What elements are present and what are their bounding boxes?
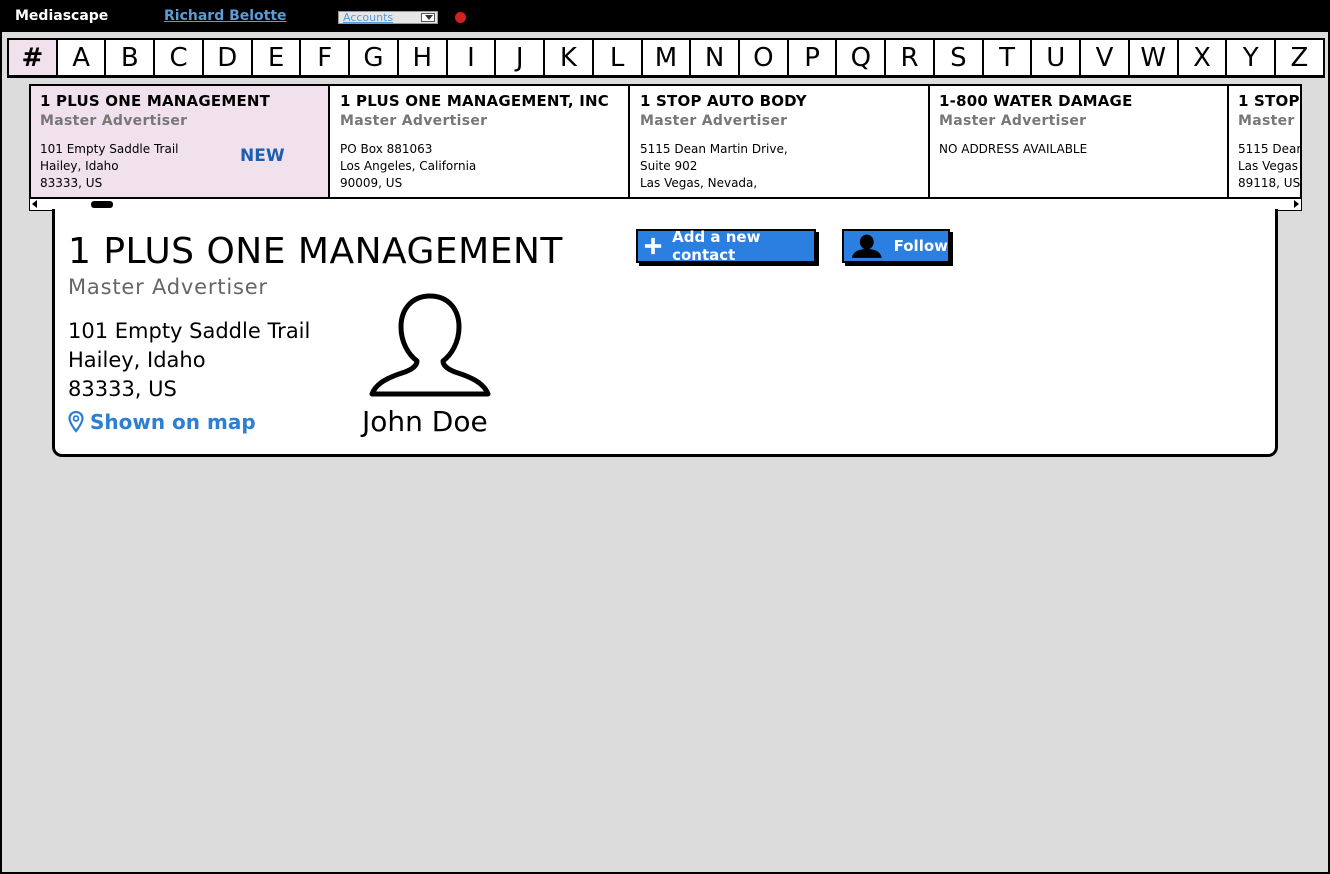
account-card-address-line: NO ADDRESS AVAILABLE bbox=[939, 142, 1088, 156]
user-silhouette-icon bbox=[851, 234, 882, 258]
top-bar: Mediascape Richard Belotte Accounts bbox=[2, 2, 1328, 32]
accounts-dropdown[interactable]: Accounts bbox=[338, 11, 438, 24]
letter-filter-p[interactable]: P bbox=[788, 40, 838, 75]
account-card[interactable]: 1-800 WATER DAMAGE Master Advertiser NO AD… bbox=[930, 86, 1229, 197]
add-contact-button[interactable]: Add a new contact bbox=[636, 228, 816, 264]
letter-filter-hash[interactable]: # bbox=[9, 40, 58, 75]
letter-filter-g[interactable]: G bbox=[350, 40, 399, 75]
new-badge: NEW bbox=[240, 146, 285, 166]
account-carousel: 1 PLUS ONE MANAGEMENT Master Advertiser 10… bbox=[29, 84, 1302, 199]
account-card-type: Master Advertiser bbox=[640, 113, 788, 129]
letter-filter-a[interactable]: A bbox=[57, 40, 107, 75]
account-card-name: 1 STOP bbox=[1238, 92, 1300, 110]
account-card-address-line: 90009, US bbox=[340, 176, 403, 190]
letter-filter-d[interactable]: D bbox=[203, 40, 253, 75]
account-name-title: 1 PLUS ONE MANAGEMENT bbox=[68, 231, 563, 272]
account-detail-panel: 1 PLUS ONE MANAGEMENT Master Advertiser … bbox=[52, 209, 1278, 457]
letter-filter-i[interactable]: I bbox=[447, 40, 497, 75]
follow-label: Follow bbox=[893, 237, 948, 255]
letter-filter-r[interactable]: R bbox=[886, 40, 935, 75]
scroll-right-arrow-icon[interactable] bbox=[1291, 200, 1300, 209]
letter-filter-c[interactable]: C bbox=[155, 40, 204, 75]
letter-filter-t[interactable]: T bbox=[983, 40, 1033, 75]
account-card-address: NO ADDRESS AVAILABLE bbox=[939, 141, 1218, 158]
letter-filter-f[interactable]: F bbox=[301, 40, 351, 75]
account-card-address-line: Las Vegas, Nevada, bbox=[640, 176, 758, 190]
address-line-1: 101 Empty Saddle Trail bbox=[68, 319, 311, 343]
letter-filter-q[interactable]: Q bbox=[837, 40, 887, 75]
add-contact-label: Add a new contact bbox=[672, 228, 761, 264]
account-card-address-line: 83333, US bbox=[40, 176, 103, 190]
account-card-type: Master Advertiser bbox=[340, 113, 488, 129]
account-card-address-line: PO Box 881063 bbox=[340, 142, 433, 156]
account-card-name: 1 PLUS ONE MANAGEMENT bbox=[40, 92, 271, 110]
contact-avatar-icon[interactable] bbox=[367, 291, 493, 399]
status-dot-icon bbox=[455, 12, 466, 23]
letter-filter-j[interactable]: J bbox=[496, 40, 546, 75]
letter-filter-b[interactable]: B bbox=[106, 40, 156, 75]
letter-filter-h[interactable]: H bbox=[398, 40, 448, 75]
account-card-type: Master bbox=[1238, 113, 1295, 129]
account-card-address-line: 5115 Dean bbox=[1238, 142, 1302, 156]
letter-filter-w[interactable]: W bbox=[1129, 40, 1179, 75]
alphabet-filter-bar: # A B C D E F G H I J K L M N O P Q R S T U V W X Y Z bbox=[7, 38, 1325, 78]
account-card-address-line: 89118, US bbox=[1238, 176, 1301, 190]
shown-on-map-label: Shown on map bbox=[90, 410, 256, 434]
contact-name[interactable]: John Doe bbox=[362, 405, 488, 438]
letter-filter-n[interactable]: N bbox=[691, 40, 741, 75]
letter-filter-v[interactable]: V bbox=[1081, 40, 1130, 75]
account-card-address: 5115 Dean Martin Drive, Suite 902 Las Vega… bbox=[640, 141, 919, 192]
letter-filter-z[interactable]: Z bbox=[1276, 40, 1325, 75]
scrollbar-thumb[interactable] bbox=[91, 201, 113, 208]
account-card-address-line: Los Angeles, California bbox=[340, 159, 477, 173]
scroll-left-arrow-icon[interactable] bbox=[31, 200, 40, 209]
address-line-3: 83333, US bbox=[68, 377, 177, 401]
account-card[interactable]: 1 STOP AUTO BODY Master Advertiser 5115 De… bbox=[631, 86, 930, 197]
accounts-dropdown-label: Accounts bbox=[343, 11, 394, 24]
letter-filter-m[interactable]: M bbox=[642, 40, 692, 75]
account-card-name: 1 STOP AUTO BODY bbox=[640, 92, 807, 110]
letter-filter-l[interactable]: L bbox=[593, 40, 643, 75]
user-name-link[interactable]: Richard Belotte bbox=[164, 8, 287, 24]
account-card-address: 5115 Dean Las Vegas 89118, US bbox=[1238, 141, 1302, 192]
map-pin-icon bbox=[68, 411, 84, 433]
letter-filter-o[interactable]: O bbox=[740, 40, 789, 75]
account-card-address-line: 5115 Dean Martin Drive, bbox=[640, 142, 788, 156]
account-card[interactable]: 1 PLUS ONE MANAGEMENT, INC Master Adverti… bbox=[331, 86, 630, 197]
plus-icon bbox=[644, 237, 662, 255]
app-title: Mediascape bbox=[15, 8, 109, 24]
account-card[interactable]: 1 STOP Master 5115 Dean Las Vegas 89118, US bbox=[1229, 86, 1302, 197]
letter-filter-s[interactable]: S bbox=[934, 40, 984, 75]
account-card-address-line: Suite 902 bbox=[640, 159, 698, 173]
shown-on-map-link[interactable]: Shown on map bbox=[68, 410, 256, 434]
account-card-type: Master Advertiser bbox=[939, 113, 1087, 129]
chevron-down-icon bbox=[421, 13, 435, 22]
account-card-address: PO Box 881063 Los Angeles, California 9000… bbox=[340, 141, 619, 192]
letter-filter-e[interactable]: E bbox=[252, 40, 302, 75]
follow-button[interactable]: Follow bbox=[842, 229, 950, 263]
account-card-type: Master Advertiser bbox=[40, 113, 188, 129]
account-card-address-line: Las Vegas bbox=[1238, 159, 1298, 173]
letter-filter-y[interactable]: Y bbox=[1227, 40, 1277, 75]
account-card[interactable]: 1 PLUS ONE MANAGEMENT Master Advertiser 10… bbox=[31, 86, 330, 197]
letter-filter-k[interactable]: K bbox=[545, 40, 594, 75]
letter-filter-u[interactable]: U bbox=[1032, 40, 1082, 75]
letter-filter-x[interactable]: X bbox=[1178, 40, 1228, 75]
account-card-name: 1 PLUS ONE MANAGEMENT, INC bbox=[340, 92, 609, 110]
account-address: 101 Empty Saddle Trail Hailey, Idaho 833… bbox=[68, 317, 310, 404]
account-card-name: 1-800 WATER DAMAGE bbox=[939, 92, 1133, 110]
address-line-2: Hailey, Idaho bbox=[68, 348, 206, 372]
account-type: Master Advertiser bbox=[68, 275, 268, 299]
